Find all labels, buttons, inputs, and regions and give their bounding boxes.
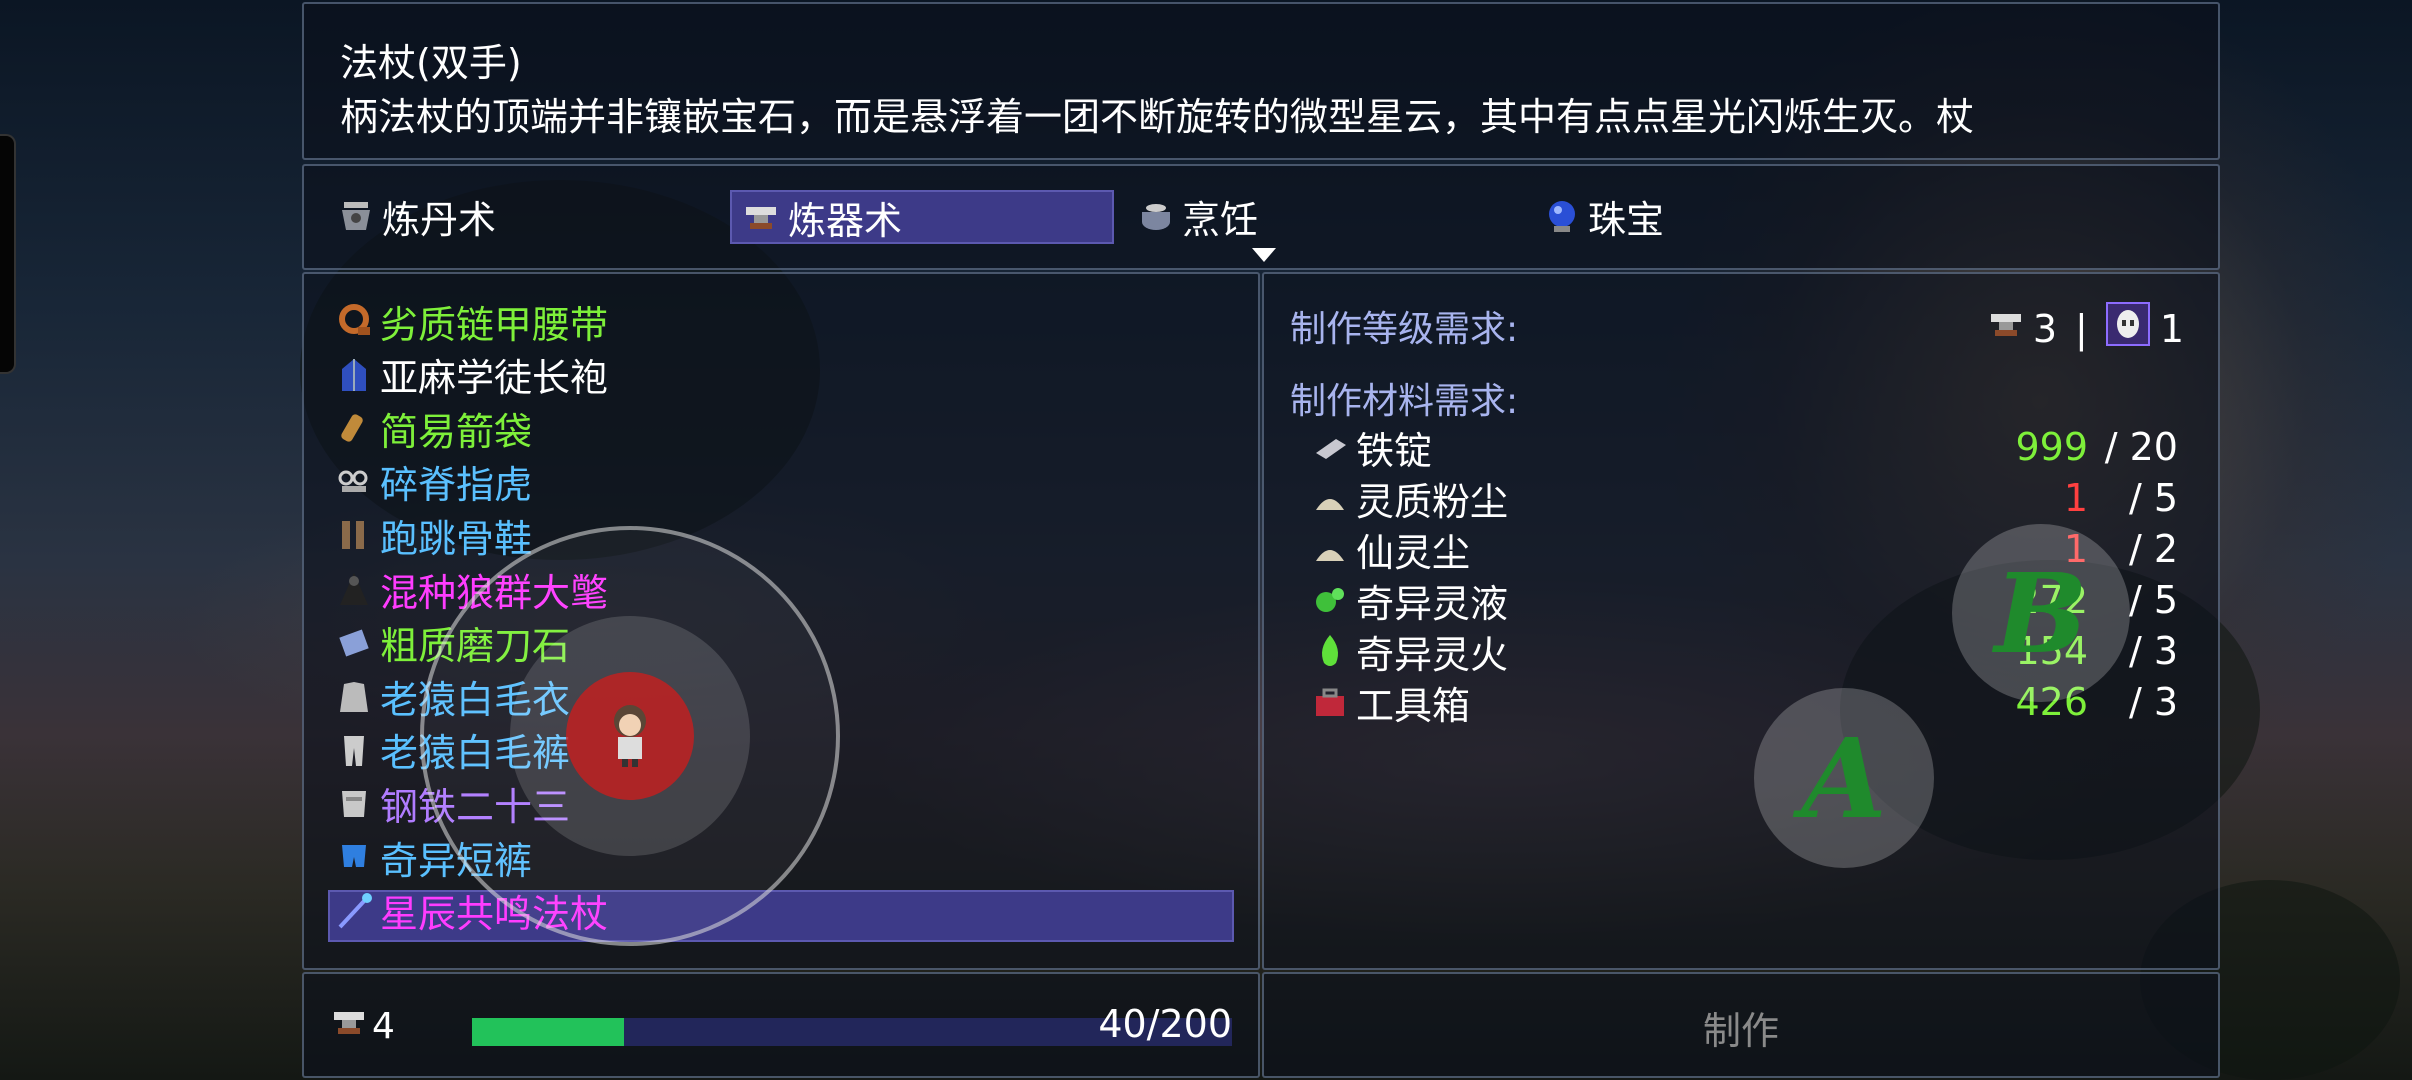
forging-level-value: 3	[2032, 306, 2057, 351]
material-name: 铁锭	[1356, 428, 1433, 473]
forging-level-value: 4	[372, 1006, 395, 1047]
tab-label: 珠宝	[1588, 197, 1665, 242]
blue-orb-icon	[1540, 194, 1584, 238]
recipe-item-label: 跑跳骨鞋	[380, 516, 533, 561]
recipe-item-label: 劣质链甲腰带	[380, 302, 609, 347]
material-row: 铁锭 999 / 20	[1308, 422, 2178, 473]
pants-icon	[332, 728, 376, 772]
anvil-icon	[330, 1002, 370, 1051]
material-name: 奇异灵液	[1356, 581, 1509, 626]
recipe-list-item[interactable]: 劣质链甲腰带	[332, 296, 609, 347]
tab-label: 炼器术	[788, 198, 903, 243]
material-row: 灵质粉尘 1 / 5	[1308, 473, 2178, 524]
tab-alchemy[interactable]: 炼丹术	[334, 188, 496, 244]
belt-icon	[332, 299, 376, 343]
item-description-panel: 法杖(双手) 柄法杖的顶端并非镶嵌宝石，而是悬浮着一团不断旋转的微型星云，其中有…	[302, 2, 2220, 160]
material-requirement-heading: 制作材料需求:	[1290, 381, 1519, 422]
b-button-label: B	[1994, 548, 2088, 678]
material-name: 灵质粉尘	[1356, 479, 1509, 524]
staff-icon	[332, 889, 376, 933]
level-requirement-heading: 制作等级需求:	[1290, 309, 1519, 350]
whetstone-icon	[332, 621, 376, 665]
quiver-icon	[332, 406, 376, 450]
material-required-count: / 3	[2128, 680, 2178, 724]
material-owned-count: 999	[2015, 425, 2088, 469]
level-separator: |	[2075, 306, 2088, 351]
dust-pile-icon	[1308, 527, 1352, 571]
green-flame-icon	[1308, 629, 1352, 673]
tab-label: 烹饪	[1182, 197, 1259, 242]
tab-scroll-caret-icon	[1252, 248, 1276, 262]
dust-pile-icon	[1308, 476, 1352, 520]
screen-edge-tab	[0, 134, 16, 374]
b-button[interactable]: B	[1952, 524, 2130, 702]
a-button-label: A	[1801, 713, 1887, 843]
material-name: 仙灵尘	[1356, 530, 1471, 575]
a-button[interactable]: A	[1754, 688, 1934, 868]
craft-button[interactable]: 制作	[1262, 972, 2220, 1078]
recipe-list-item[interactable]: 简易箭袋	[332, 403, 533, 454]
recipe-item-label: 碎脊指虎	[380, 463, 533, 508]
recipe-list-item[interactable]: 亚麻学徒长袍	[332, 350, 608, 400]
material-name: 奇异灵火	[1356, 632, 1509, 677]
alchemy-cauldron-icon	[334, 194, 378, 238]
anvil-icon	[1987, 304, 2027, 353]
cloak-icon	[332, 567, 376, 611]
tab-label: 炼丹术	[382, 197, 497, 242]
recipe-list-item[interactable]: 碎脊指虎	[332, 457, 532, 507]
iron-ingot-icon	[1308, 425, 1352, 469]
material-required-count: / 5	[2128, 476, 2178, 520]
armor-icon	[332, 781, 376, 825]
experience-bar-fill	[472, 1018, 624, 1046]
mask-icon	[2105, 302, 2150, 355]
tab-cooking[interactable]: 烹饪	[1134, 188, 1258, 244]
recipe-item-label: 亚麻学徒长袍	[380, 356, 609, 401]
material-name: 工具箱	[1356, 683, 1471, 728]
item-type-title: 法杖(双手)	[340, 41, 522, 85]
mask-level-value: 1	[2159, 306, 2184, 351]
tab-jewelry[interactable]: 珠宝	[1540, 188, 1664, 244]
shorts-icon	[332, 835, 376, 879]
cooking-pot-icon	[1134, 194, 1178, 238]
green-liquid-icon	[1308, 578, 1352, 622]
robe-icon	[332, 353, 376, 397]
character-avatar-icon	[600, 699, 660, 773]
item-description-text: 柄法杖的顶端并非镶嵌宝石，而是悬浮着一团不断旋转的微型星云，其中有点点星光闪烁生…	[340, 95, 1975, 139]
forging-level-status: 4 40/200	[302, 972, 1260, 1078]
material-owned-count: 1	[2063, 476, 2088, 520]
anvil-icon	[740, 195, 784, 239]
recipe-item-label: 简易箭袋	[380, 409, 533, 454]
forging-level: 4	[330, 1002, 395, 1051]
virtual-joystick-knob[interactable]	[566, 672, 694, 800]
coat-icon	[332, 674, 376, 718]
crafting-category-tabs: 炼丹术 炼器术 烹饪 珠宝	[302, 164, 2220, 270]
tab-forging[interactable]: 炼器术	[730, 190, 1114, 244]
boots-icon	[332, 513, 376, 557]
toolbox-icon	[1308, 680, 1352, 724]
craft-button-label: 制作	[1702, 1009, 1779, 1053]
recipe-list-item[interactable]: 跑跳骨鞋	[332, 510, 533, 561]
knuckles-icon	[332, 460, 376, 504]
level-requirement-values: 3 | 1	[1987, 302, 2184, 355]
material-required-count: / 20	[2104, 425, 2178, 469]
experience-text: 40/200	[1098, 1002, 1232, 1046]
